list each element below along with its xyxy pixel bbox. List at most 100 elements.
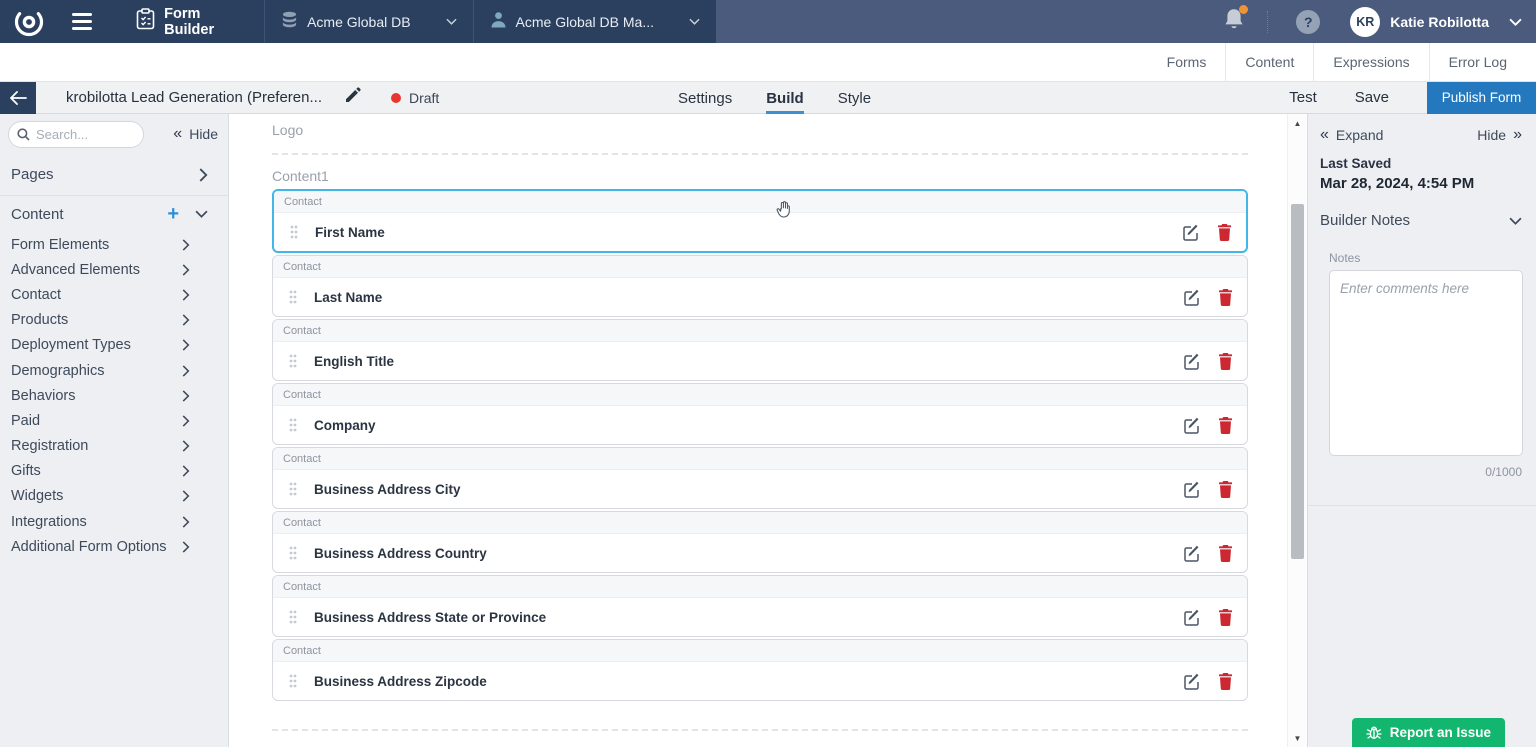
sidebar-section-content[interactable]: Content +: [0, 196, 228, 232]
drag-handle-icon[interactable]: [289, 674, 297, 688]
hamburger-menu-icon[interactable]: [72, 13, 92, 30]
edit-icon[interactable]: [1184, 353, 1201, 370]
drag-handle-icon[interactable]: [289, 354, 297, 368]
drag-handle-icon[interactable]: [289, 418, 297, 432]
hide-panel-button[interactable]: Hide »: [1477, 126, 1522, 144]
field-label: Business Address State or Province: [314, 610, 546, 625]
form-builder-app[interactable]: Form Builder: [118, 0, 264, 43]
sidebar-item-deployment-types[interactable]: Deployment Types: [11, 333, 228, 358]
drag-handle-icon[interactable]: [289, 610, 297, 624]
field-card-last-name[interactable]: Contact Last Name: [272, 255, 1248, 317]
hide-label: Hide: [189, 126, 218, 142]
notifications-bell-icon[interactable]: [1223, 7, 1245, 36]
marketing-account-dropdown[interactable]: Acme Global DB Ma...: [474, 0, 717, 43]
sidebar-item-widgets[interactable]: Widgets: [11, 484, 228, 509]
search-icon: [17, 128, 30, 141]
drag-handle-icon[interactable]: [289, 546, 297, 560]
sidebar-item-advanced-elements[interactable]: Advanced Elements: [11, 257, 228, 282]
edit-icon[interactable]: [1184, 673, 1201, 690]
edit-title-icon[interactable]: [344, 87, 361, 109]
expand-panel-button[interactable]: « Expand: [1320, 126, 1383, 144]
delete-icon[interactable]: [1218, 416, 1233, 434]
field-card-first-name[interactable]: Contact First Name: [272, 189, 1248, 253]
content-label: Content: [11, 206, 64, 223]
chevron-right-icon: [182, 239, 190, 251]
sidebar-item-registration[interactable]: Registration: [11, 434, 228, 459]
tab-forms[interactable]: Forms: [1148, 43, 1226, 81]
canvas-scrollbar[interactable]: ▲ ▼: [1287, 114, 1307, 747]
field-card-business-address-state[interactable]: Contact Business Address State or Provin…: [272, 575, 1248, 637]
sidebar-item-additional-form-options[interactable]: Additional Form Options: [11, 534, 228, 559]
content-block-label[interactable]: Content1: [272, 168, 1248, 184]
edit-icon[interactable]: [1184, 289, 1201, 306]
navbar-right: ? KR Katie Robilotta: [716, 0, 1536, 43]
tab-settings[interactable]: Settings: [678, 82, 732, 114]
tab-error-log[interactable]: Error Log: [1429, 43, 1526, 81]
sidebar-item-label: Contact: [11, 287, 61, 303]
database-dropdown[interactable]: Acme Global DB: [265, 0, 472, 43]
sidebar-item-contact[interactable]: Contact: [11, 282, 228, 307]
help-icon[interactable]: ?: [1296, 10, 1320, 34]
sidebar-item-integrations[interactable]: Integrations: [11, 509, 228, 534]
tab-style[interactable]: Style: [838, 82, 871, 114]
chevron-right-icon: [182, 339, 190, 351]
field-card-business-address-country[interactable]: Contact Business Address Country: [272, 511, 1248, 573]
sidebar-section-pages[interactable]: Pages: [0, 154, 228, 196]
sidebar-item-behaviors[interactable]: Behaviors: [11, 383, 228, 408]
drag-handle-icon[interactable]: [289, 290, 297, 304]
drag-handle-icon[interactable]: [290, 225, 298, 239]
back-button[interactable]: [0, 82, 36, 114]
status-label: Draft: [409, 90, 439, 106]
field-card-company[interactable]: Contact Company: [272, 383, 1248, 445]
delete-icon[interactable]: [1218, 480, 1233, 498]
delete-icon[interactable]: [1218, 352, 1233, 370]
drag-handle-icon[interactable]: [289, 482, 297, 496]
chevron-down-icon[interactable]: [195, 210, 208, 218]
field-card-business-address-city[interactable]: Contact Business Address City: [272, 447, 1248, 509]
edit-icon[interactable]: [1184, 481, 1201, 498]
sidebar-item-products[interactable]: Products: [11, 308, 228, 333]
delete-icon[interactable]: [1218, 608, 1233, 626]
save-button[interactable]: Save: [1355, 89, 1389, 106]
scrollbar-thumb[interactable]: [1291, 204, 1304, 559]
test-button[interactable]: Test: [1289, 89, 1317, 106]
acton-logo-icon[interactable]: [0, 6, 58, 38]
sidebar-item-label: Additional Form Options: [11, 539, 167, 555]
sidebar-item-gifts[interactable]: Gifts: [11, 459, 228, 484]
main-area: « Hide Pages Content + Form Elements Adv…: [0, 114, 1536, 747]
app-title: Form Builder: [164, 6, 246, 38]
sidebar-item-label: Form Elements: [11, 237, 109, 253]
delete-icon[interactable]: [1218, 672, 1233, 690]
sidebar-item-demographics[interactable]: Demographics: [11, 358, 228, 383]
delete-icon[interactable]: [1218, 544, 1233, 562]
notes-textarea[interactable]: [1329, 270, 1523, 456]
scroll-down-icon[interactable]: ▼: [1288, 734, 1307, 743]
chevron-right-icon: [182, 390, 190, 402]
search-input[interactable]: [36, 127, 128, 142]
field-card-business-address-zipcode[interactable]: Contact Business Address Zipcode: [272, 639, 1248, 701]
field-category-label: Contact: [273, 384, 1247, 406]
tab-expressions[interactable]: Expressions: [1313, 43, 1428, 81]
builder-notes-section[interactable]: Builder Notes: [1320, 212, 1522, 229]
logo-placeholder[interactable]: Logo: [272, 122, 1248, 138]
publish-form-button[interactable]: Publish Form: [1427, 82, 1536, 114]
edit-icon[interactable]: [1183, 224, 1200, 241]
sidebar-item-form-elements[interactable]: Form Elements: [11, 232, 228, 257]
chevron-down-icon[interactable]: [1509, 217, 1522, 225]
report-issue-button[interactable]: Report an Issue: [1352, 718, 1505, 747]
scroll-up-icon[interactable]: ▲: [1288, 119, 1307, 128]
edit-icon[interactable]: [1184, 545, 1201, 562]
tab-content[interactable]: Content: [1225, 43, 1313, 81]
sidebar-hide-button[interactable]: « Hide: [173, 125, 218, 143]
edit-icon[interactable]: [1184, 609, 1201, 626]
add-content-icon[interactable]: +: [167, 204, 179, 224]
tab-build[interactable]: Build: [766, 82, 804, 114]
user-name: Katie Robilotta: [1390, 14, 1489, 30]
user-menu-chevron-icon[interactable]: [1509, 18, 1522, 26]
delete-icon[interactable]: [1218, 288, 1233, 306]
delete-icon[interactable]: [1217, 223, 1232, 241]
edit-icon[interactable]: [1184, 417, 1201, 434]
sidebar-item-paid[interactable]: Paid: [11, 408, 228, 433]
field-card-english-title[interactable]: Contact English Title: [272, 319, 1248, 381]
avatar[interactable]: KR: [1350, 7, 1380, 37]
